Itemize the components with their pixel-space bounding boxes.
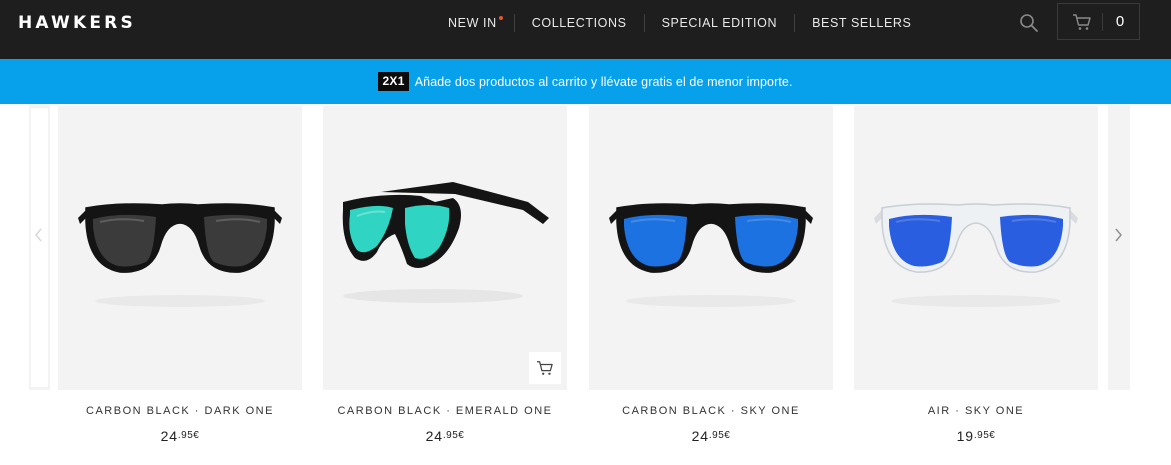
product-price: 24.95€: [589, 428, 833, 446]
product-name[interactable]: CARBON BLACK · EMERALD ONE: [323, 405, 567, 417]
sunglasses-image: [609, 203, 813, 307]
cart-divider: [1102, 13, 1103, 31]
price-decimal: .95€: [177, 430, 200, 441]
nav-item-new-in[interactable]: NEW IN: [436, 14, 514, 32]
sunglasses-image: [874, 203, 1078, 307]
promo-banner[interactable]: 2X1 Añade dos productos al carrito y llé…: [0, 59, 1171, 104]
nav-item-special-edition[interactable]: SPECIAL EDITION: [643, 14, 795, 32]
cart-count: 0: [1115, 13, 1125, 30]
price-decimal: .95€: [708, 430, 731, 441]
product-price: 24.95€: [323, 428, 567, 446]
product-image[interactable]: [589, 106, 833, 390]
search-icon: [1020, 14, 1038, 32]
price-integer: 24: [425, 428, 443, 444]
price-integer: 24: [691, 428, 709, 444]
product-name[interactable]: AIR · SKY ONE: [854, 405, 1098, 417]
sunglasses-image: [78, 203, 282, 307]
cart-icon: [1073, 14, 1091, 30]
product-carousel: CARBON BLACK · DARK ONE 24.95€ CARBON BL…: [0, 104, 1171, 465]
product-image[interactable]: [58, 106, 302, 390]
nav-item-label: NEW IN: [448, 16, 497, 30]
sunglasses-image: [342, 182, 549, 303]
next-product-card-partial[interactable]: [1108, 104, 1130, 390]
carousel-next-button[interactable]: [1112, 226, 1126, 244]
product-name[interactable]: CARBON BLACK · DARK ONE: [58, 405, 302, 417]
nav-item-label: COLLECTIONS: [531, 16, 627, 30]
top-navigation-bar: HAWKERS NEW IN COLLECTIONS SPECIAL EDITI…: [0, 0, 1171, 59]
product-image[interactable]: [323, 106, 567, 390]
nav-item-label: BEST SELLERS: [812, 16, 912, 30]
hawkers-logo[interactable]: HAWKERS: [18, 13, 136, 33]
cart-icon: [537, 361, 553, 375]
product-card[interactable]: CARBON BLACK · EMERALD ONE 24.95€: [323, 104, 567, 459]
quick-add-to-cart-button[interactable]: [529, 352, 561, 384]
product-image[interactable]: [854, 106, 1098, 390]
previous-product-card-partial[interactable]: [29, 104, 50, 390]
price-decimal: .95€: [442, 430, 465, 441]
search-button[interactable]: [1018, 12, 1040, 34]
chevron-left-icon: [35, 228, 42, 242]
price-integer: 24: [160, 428, 178, 444]
main-navigation: NEW IN COLLECTIONS SPECIAL EDITION BEST …: [436, 14, 928, 32]
nav-item-label: SPECIAL EDITION: [661, 16, 778, 30]
price-decimal: .95€: [973, 430, 996, 441]
promo-text: Añade dos productos al carrito y llévate…: [414, 74, 793, 89]
product-price: 19.95€: [854, 428, 1098, 446]
product-name[interactable]: CARBON BLACK · SKY ONE: [589, 405, 833, 417]
nav-item-best-sellers[interactable]: BEST SELLERS: [794, 14, 928, 32]
product-card[interactable]: CARBON BLACK · SKY ONE 24.95€: [589, 104, 833, 459]
promo-badge: 2X1: [378, 72, 409, 91]
new-indicator-dot: [498, 16, 503, 20]
chevron-right-icon: [1115, 228, 1122, 242]
product-card[interactable]: AIR · SKY ONE 19.95€: [854, 104, 1098, 459]
price-integer: 19: [956, 428, 974, 444]
product-card[interactable]: CARBON BLACK · DARK ONE 24.95€: [58, 104, 302, 459]
nav-item-collections[interactable]: COLLECTIONS: [513, 14, 644, 32]
product-price: 24.95€: [58, 428, 302, 446]
carousel-previous-button[interactable]: [32, 226, 46, 244]
cart-button[interactable]: 0: [1057, 3, 1140, 40]
